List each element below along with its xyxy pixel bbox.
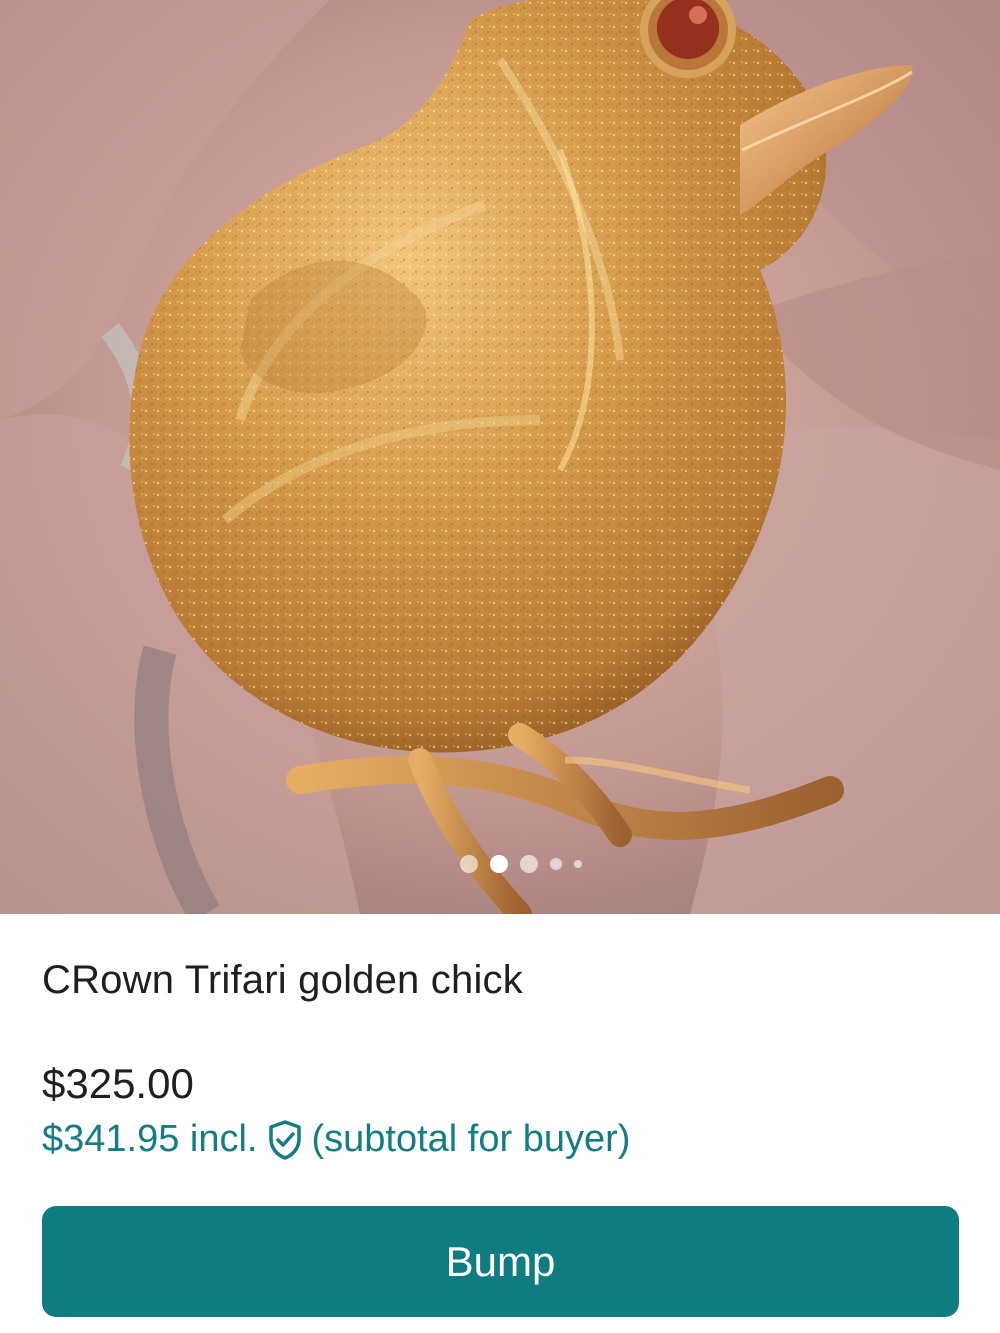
buyer-note: (subtotal for buyer) (311, 1118, 631, 1160)
listing-screen: CRown Trifari golden chick $325.00 $341.… (0, 0, 1000, 1333)
listing-title: CRown Trifari golden chick (42, 958, 523, 1002)
shield-check-icon (268, 1119, 301, 1160)
listing-price: $325.00 (42, 1060, 194, 1107)
listing-photo[interactable] (0, 0, 1000, 914)
carousel-dot[interactable] (520, 855, 538, 873)
bump-button[interactable]: Bump (42, 1206, 959, 1317)
buyer-price: $341.95 incl. (42, 1118, 258, 1160)
carousel-dot-active[interactable] (490, 855, 508, 873)
carousel-dot[interactable] (460, 855, 478, 873)
carousel-dot[interactable] (574, 860, 582, 868)
brooch-image (0, 0, 1000, 914)
buyer-subtotal: $341.95 incl. (subtotal for buyer) (42, 1118, 630, 1161)
carousel-indicator[interactable] (460, 855, 582, 873)
carousel-dot[interactable] (550, 858, 562, 870)
